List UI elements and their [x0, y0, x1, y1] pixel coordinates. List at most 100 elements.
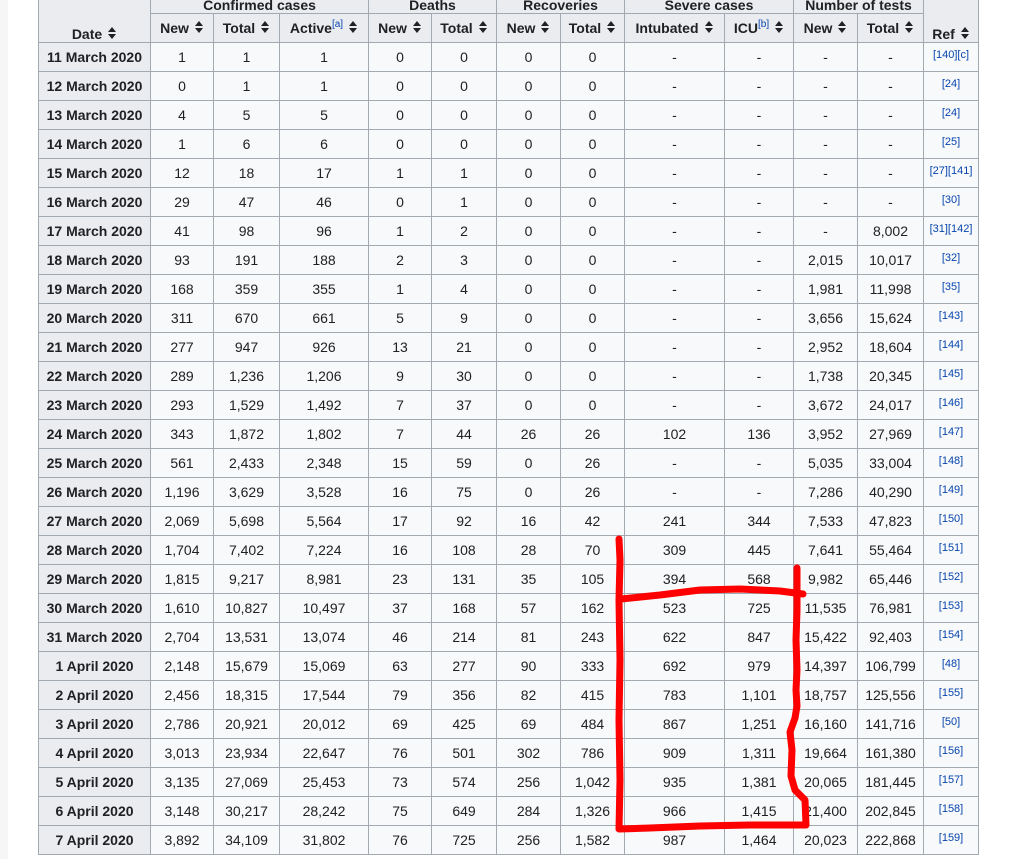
- tests-total-cell: -: [857, 158, 924, 188]
- sort-icon[interactable]: [838, 21, 847, 34]
- intubated-cell: 523: [624, 593, 725, 623]
- sort-icon[interactable]: [478, 21, 488, 34]
- citation-link[interactable]: [156]: [939, 745, 963, 757]
- row-date: 19 March 2020: [38, 274, 151, 304]
- confirmed-total-cell: 23,934: [213, 738, 280, 768]
- icu-cell: 1,311: [724, 738, 794, 768]
- ref-cell: [154]: [923, 622, 979, 652]
- deaths-total-header[interactable]: Total: [431, 13, 497, 43]
- sort-icon[interactable]: [194, 21, 204, 34]
- citation-link[interactable]: [32]: [942, 252, 960, 264]
- recoveries-total-cell: 0: [560, 187, 625, 217]
- sort-icon[interactable]: [349, 21, 358, 34]
- tests-new-cell: 7,641: [793, 535, 858, 565]
- deaths-new-cell: 1: [368, 158, 432, 188]
- sort-icon[interactable]: [541, 21, 550, 34]
- ref-cell: [145]: [923, 361, 979, 391]
- confirmed-active-cell: 28,242: [279, 796, 369, 826]
- citation-link[interactable]: [24]: [942, 107, 960, 119]
- deaths-new-cell: 7: [368, 390, 432, 420]
- table-row: 1 April 2020 2,148 15,679 15,069 63 277 90 333 6…: [38, 651, 979, 681]
- citation-link[interactable]: [146]: [939, 397, 963, 409]
- citation-link[interactable]: [50]: [942, 716, 960, 728]
- ref-cell: [150]: [923, 506, 979, 536]
- recoveries-new-cell: 82: [496, 680, 561, 710]
- recoveries-total-cell: 26: [560, 477, 625, 507]
- citation-link[interactable]: [48]: [942, 658, 960, 670]
- sort-icon[interactable]: [960, 27, 970, 40]
- citation-link[interactable]: [152]: [939, 571, 963, 583]
- intubated-cell: 692: [624, 651, 725, 681]
- ref-header[interactable]: Ref: [923, 0, 979, 43]
- icu-cell: 344: [724, 506, 794, 536]
- recoveries-total-header[interactable]: Total: [560, 13, 625, 43]
- sort-icon[interactable]: [775, 21, 784, 34]
- citation-link[interactable]: [147]: [939, 426, 963, 438]
- icu-cell: -: [724, 361, 794, 391]
- recoveries-new-header[interactable]: New: [496, 13, 561, 43]
- confirmed-total-header[interactable]: Total: [213, 13, 280, 43]
- deaths-new-cell: 0: [368, 71, 432, 101]
- date-header[interactable]: Date: [38, 0, 151, 43]
- citation-link[interactable]: [143]: [939, 310, 963, 322]
- deaths-total-cell: 649: [431, 796, 497, 826]
- citation-link[interactable]: [150]: [939, 513, 963, 525]
- confirmed-active-cell: 1: [279, 71, 369, 101]
- row-date: 1 April 2020: [38, 651, 151, 681]
- citation-link[interactable]: [155]: [939, 687, 963, 699]
- recoveries-new-cell: 35: [496, 564, 561, 594]
- citation-link[interactable]: [151]: [939, 542, 963, 554]
- intubated-cell: -: [624, 129, 725, 159]
- citation-link[interactable]: [35]: [942, 281, 960, 293]
- tests-new-header[interactable]: New: [793, 13, 858, 43]
- deaths-new-header[interactable]: New: [368, 13, 432, 43]
- citation-link[interactable]: [140][c]: [933, 49, 969, 61]
- recoveries-total-cell: 1,042: [560, 767, 625, 797]
- citation-link[interactable]: [25]: [942, 136, 960, 148]
- table-row: 30 March 2020 1,610 10,827 10,497 37 168 57 162…: [38, 593, 979, 623]
- ref-cell: [143]: [923, 303, 979, 333]
- citation-link[interactable]: [148]: [939, 455, 963, 467]
- citation-link[interactable]: [154]: [939, 629, 963, 641]
- sort-icon[interactable]: [412, 21, 422, 34]
- recoveries-new-cell: 256: [496, 825, 561, 855]
- sort-icon[interactable]: [704, 21, 714, 34]
- citation-link[interactable]: [153]: [939, 600, 963, 612]
- icu-cell: -: [724, 477, 794, 507]
- tests-total-header[interactable]: Total: [857, 13, 924, 43]
- ref-cell: [153]: [923, 593, 979, 623]
- covid-statistics-table: Date Confirmed cases Deaths Recoveries S…: [38, 0, 979, 855]
- citation-link[interactable]: [144]: [939, 339, 963, 351]
- sort-icon[interactable]: [607, 21, 616, 34]
- citation-link[interactable]: [24]: [942, 78, 960, 90]
- citation-link[interactable]: [158]: [939, 803, 963, 815]
- confirmed-new-header[interactable]: New: [150, 13, 214, 43]
- confirmed-new-cell: 2,148: [150, 651, 214, 681]
- table-row: 18 March 2020 93 191 188 2 3 0 0- -2,015 10,017 [3…: [38, 245, 979, 275]
- citation-link[interactable]: [31][142]: [930, 223, 973, 235]
- icu-header[interactable]: ICU[b]: [724, 13, 794, 43]
- deaths-total-cell: 30: [431, 361, 497, 391]
- row-date: 5 April 2020: [38, 767, 151, 797]
- citation-link[interactable]: [30]: [942, 194, 960, 206]
- citation-link[interactable]: [157]: [939, 774, 963, 786]
- confirmed-new-cell: 2,069: [150, 506, 214, 536]
- active-note-link[interactable]: [a]: [332, 19, 343, 30]
- icu-note-link[interactable]: [b]: [758, 19, 769, 30]
- intubated-header[interactable]: Intubated: [624, 13, 725, 43]
- confirmed-active-header[interactable]: Active[a]: [279, 13, 369, 43]
- citation-link[interactable]: [27][141]: [930, 165, 973, 177]
- recoveries-new-cell: 284: [496, 796, 561, 826]
- sort-icon[interactable]: [905, 21, 914, 34]
- sort-icon[interactable]: [261, 21, 270, 34]
- recoveries-total-cell: 0: [560, 42, 625, 72]
- intubated-cell: -: [624, 100, 725, 130]
- sort-icon[interactable]: [108, 27, 117, 40]
- citation-link[interactable]: [145]: [939, 368, 963, 380]
- citation-link[interactable]: [149]: [939, 484, 963, 496]
- confirmed-total-cell: 1,529: [213, 390, 280, 420]
- citation-link[interactable]: [159]: [939, 832, 963, 844]
- icu-cell: -: [724, 100, 794, 130]
- row-date: 3 April 2020: [38, 709, 151, 739]
- row-date: 18 March 2020: [38, 245, 151, 275]
